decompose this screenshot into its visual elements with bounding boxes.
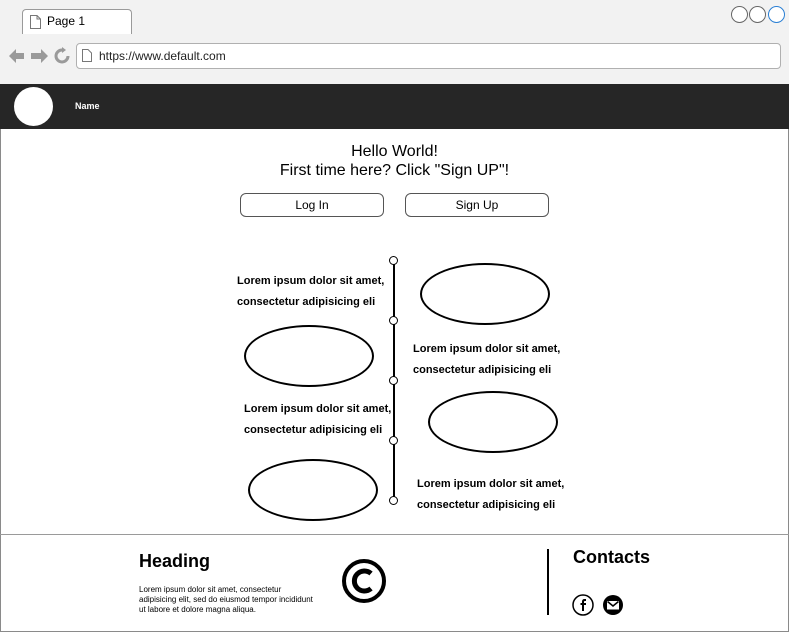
site-navbar: Name: [0, 84, 789, 129]
hero-line-1: Hello World!: [351, 143, 438, 160]
hero-line-2: First time here? Click "Sign UP"!: [279, 162, 510, 179]
timeline-image-placeholder: [244, 325, 374, 387]
tab-title: Page 1: [47, 14, 86, 28]
nav-name[interactable]: Name: [75, 101, 100, 111]
footer-separator: [547, 549, 549, 615]
browser-chrome: Page 1 https://www.default.com: [0, 0, 789, 84]
url-text: https://www.default.com: [99, 49, 226, 63]
timeline-dot: [389, 256, 398, 265]
timeline-item-text: Lorem ipsum dolor sit amet, consectetur …: [413, 343, 561, 376]
copyright-icon: [342, 559, 386, 603]
back-arrow-icon[interactable]: [9, 49, 24, 63]
facebook-icon[interactable]: [572, 594, 594, 616]
window-control-circle[interactable]: [749, 6, 766, 23]
timeline-image-placeholder: [248, 459, 378, 521]
footer-divider: [0, 534, 789, 535]
contacts-heading: Contacts: [573, 547, 651, 567]
forward-arrow-icon[interactable]: [31, 49, 48, 63]
browser-tab[interactable]: Page 1: [22, 9, 132, 34]
hero-text: Hello World! First time here? Click "Sig…: [0, 142, 789, 180]
timeline-item-text: Lorem ipsum dolor sit amet, consectetur …: [244, 403, 392, 436]
page-icon: [82, 49, 92, 62]
window-control-circle[interactable]: [731, 6, 748, 23]
timeline-dot: [389, 376, 398, 385]
browser-nav-icons: [8, 47, 70, 70]
mail-icon[interactable]: [602, 594, 624, 616]
timeline-item-text: Lorem ipsum dolor sit amet, consectetur …: [237, 275, 385, 308]
timeline-dot: [389, 316, 398, 325]
signup-button[interactable]: Sign Up: [405, 193, 549, 217]
timeline-image-placeholder: [428, 391, 558, 453]
timeline-image-placeholder: [420, 263, 550, 325]
address-bar[interactable]: https://www.default.com: [76, 43, 781, 69]
footer-heading: Heading: [139, 551, 211, 571]
page-icon: [30, 15, 41, 29]
footer-text: Lorem ipsum dolor sit amet, consectetur …: [139, 585, 313, 614]
window-control-circle[interactable]: [768, 6, 785, 23]
timeline-dot: [389, 496, 398, 505]
avatar[interactable]: [14, 87, 53, 126]
timeline-item-text: Lorem ipsum dolor sit amet, consectetur …: [417, 478, 565, 511]
reload-icon[interactable]: [54, 47, 70, 64]
login-button[interactable]: Log In: [240, 193, 384, 217]
